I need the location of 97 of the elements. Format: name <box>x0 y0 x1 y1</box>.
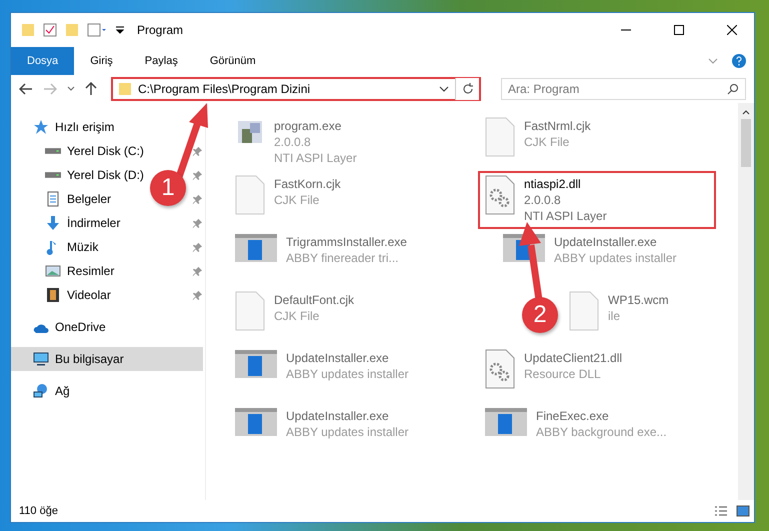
file-detail: CJK File <box>274 193 320 207</box>
file-detail: NTI ASPI Layer <box>274 151 357 165</box>
ribbon-tab[interactable]: Dosya <box>11 47 74 75</box>
file-item[interactable]: WP15.wcm ile <box>562 287 675 345</box>
back-arrow-icon[interactable] <box>19 83 33 95</box>
file-detail: ABBY updates installer <box>554 251 677 265</box>
sidebar-item[interactable]: Müzik <box>11 235 104 259</box>
document-icon <box>234 175 266 215</box>
search-icon <box>727 83 739 95</box>
sidebar-item[interactable]: Resimler <box>11 259 120 283</box>
sidebar-item[interactable]: Hızlı erişim <box>11 115 120 139</box>
address-bar[interactable]: C:\Program Files\Program Dizini <box>111 77 481 101</box>
file-item[interactable]: UpdateClient21.dll Resource DLL <box>478 345 628 403</box>
file-name: FastKorn.cjk <box>274 177 341 191</box>
file-name: FineExec.exe <box>536 409 610 423</box>
file-detail: 2.0.0.8 <box>274 135 312 149</box>
help-icon <box>732 54 746 68</box>
file-name: UpdateInstaller.exe <box>286 351 390 365</box>
folder-icon <box>21 23 35 37</box>
sidebar-item[interactable]: Yerel Disk (C:) <box>11 139 150 163</box>
file-name: UpdateInstaller.exe <box>286 409 390 423</box>
file-item[interactable]: FastNrml.cjk CJK File <box>478 113 597 171</box>
file-name: FastNrml.cjk <box>524 119 591 133</box>
down-arrow-icon <box>45 215 61 231</box>
document-icon <box>568 291 600 331</box>
file-name: WP15.wcm <box>608 293 669 307</box>
scroll-up-icon[interactable] <box>742 109 750 115</box>
scrollbar-thumb[interactable] <box>741 119 751 167</box>
document-icon <box>484 117 516 157</box>
scrollbar[interactable] <box>738 103 754 500</box>
sidebar-item[interactable]: Videolar <box>11 283 117 307</box>
file-item[interactable]: UpdateInstaller.exe ABBY updates installer <box>228 345 415 403</box>
file-item[interactable]: UpdateInstaller.exe ABBY updates installer <box>228 403 415 461</box>
file-name: UpdateClient21.dll <box>524 351 622 365</box>
chevron-down-icon <box>67 86 75 92</box>
file-name: ntiaspi2.dll <box>524 177 582 191</box>
ribbon-tab[interactable]: Giriş <box>74 47 129 75</box>
file-item[interactable]: FastKorn.cjk CJK File <box>228 171 347 229</box>
sidebar-item[interactable]: Bu bilgisayar <box>11 347 203 371</box>
gear-document-icon <box>484 175 516 215</box>
maximize-icon <box>674 25 684 35</box>
chevron-down-icon <box>439 85 449 93</box>
gear-document-icon <box>484 349 516 389</box>
file-name: TrigrammsInstaller.exe <box>286 235 407 249</box>
up-arrow-icon[interactable] <box>85 82 97 96</box>
properties-icon <box>87 23 107 37</box>
folder-icon <box>118 82 132 96</box>
document-icon <box>234 291 266 331</box>
picture-icon <box>45 263 61 279</box>
file-detail: ABBY background exe... <box>536 425 667 439</box>
file-detail: ABBY updates installer <box>286 425 409 439</box>
refresh-button[interactable] <box>455 78 479 100</box>
installer-icon <box>234 407 278 437</box>
sidebar-item[interactable]: OneDrive <box>11 315 112 339</box>
search-field[interactable]: Ara: Program <box>501 78 746 100</box>
installer-icon <box>234 349 278 379</box>
file-detail: CJK File <box>524 135 570 149</box>
refresh-icon <box>462 83 474 95</box>
file-item[interactable]: TrigrammsInstaller.exe ABBY finereader tri... <box>228 229 413 287</box>
dropdown-icon <box>115 25 125 35</box>
file-name: UpdateInstaller.exe <box>554 235 658 249</box>
file-item[interactable]: program.exe 2.0.0.8 NTI ASPI Layer <box>228 113 363 171</box>
file-detail: NTI ASPI Layer <box>524 209 607 223</box>
close-icon <box>726 25 736 35</box>
file-name: program.exe <box>274 119 342 133</box>
file-detail: Resource DLL <box>524 367 602 381</box>
file-item[interactable]: FineExec.exe ABBY background exe... <box>478 403 673 461</box>
sidebar-item[interactable]: Ağ <box>11 379 76 403</box>
star-icon <box>33 119 49 135</box>
network-icon <box>33 383 49 399</box>
installer-icon <box>484 407 528 437</box>
file-item[interactable]: ntiaspi2.dll 2.0.0.8 NTI ASPI Layer <box>478 171 716 229</box>
sidebar-item[interactable]: İndirmeler <box>11 211 126 235</box>
file-detail: ABBY finereader tri... <box>286 251 400 265</box>
details-view-icon[interactable] <box>714 505 728 517</box>
file-item[interactable]: DefaultFont.cjk CJK File <box>228 287 360 345</box>
ribbon-tab[interactable]: Görünüm <box>194 47 272 75</box>
drive-icon <box>45 148 61 154</box>
window-title: Program <box>137 23 184 37</box>
file-detail: ABBY updates installer <box>286 367 409 381</box>
item-count: 110 öğe <box>19 505 59 517</box>
file-detail: CJK File <box>274 309 320 323</box>
checklist-icon <box>43 23 57 37</box>
film-icon <box>45 287 61 303</box>
file-detail: ile <box>608 309 622 323</box>
file-detail: 2.0.0.8 <box>524 193 562 207</box>
sidebar-item[interactable]: Yerel Disk (D:) <box>11 163 150 187</box>
installer-icon <box>234 233 278 263</box>
ribbon-tab[interactable]: Paylaş <box>128 47 194 75</box>
sidebar-item[interactable]: Belgeler <box>11 187 118 211</box>
folder-icon <box>65 23 79 37</box>
chevron-down-icon <box>708 57 718 65</box>
monitor-icon <box>33 351 49 367</box>
file-name: DefaultFont.cjk <box>274 293 354 307</box>
thumbnail-view-icon[interactable] <box>736 505 750 517</box>
drive-icon <box>45 172 61 178</box>
document-icon <box>45 191 61 207</box>
